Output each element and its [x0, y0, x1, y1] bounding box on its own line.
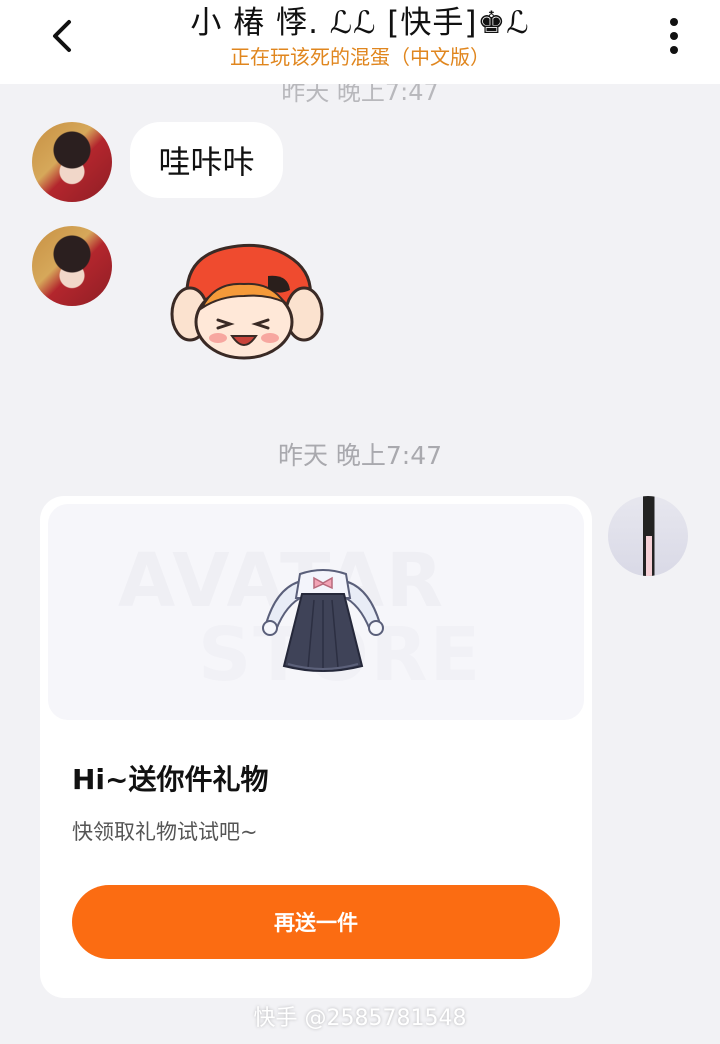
self-avatar[interactable]	[608, 496, 688, 576]
chat-title: 小 椿 悸. ℒℒ [快手]♚ℒ	[190, 5, 530, 41]
gift-banner: AVATAR STORE	[48, 504, 584, 720]
chevron-left-icon	[53, 20, 71, 52]
chat-status: 正在玩该死的混蛋（中文版）	[230, 45, 490, 69]
platform-watermark: 快手 @2585781548	[253, 1006, 467, 1031]
more-button[interactable]	[652, 14, 696, 58]
peer-avatar[interactable]	[32, 226, 112, 306]
message-bubble[interactable]: 哇咔咔	[130, 122, 283, 198]
gift-title: Hi~送你件礼物	[72, 763, 269, 796]
sticker-image	[170, 243, 324, 360]
gift-card[interactable]: AVATAR STORE Hi~送你件礼物 快领取礼物试试吧~ 再送一件	[40, 496, 592, 998]
sticker-message[interactable]	[168, 238, 324, 368]
gift-description: 快领取礼物试试吧~	[72, 820, 258, 844]
time-divider: 昨天 晚上7:47	[277, 441, 443, 470]
chat-title-area[interactable]: 小 椿 悸. ℒℒ [快手]♚ℒ 正在玩该死的混蛋（中文版）	[120, 0, 600, 84]
dress-image	[262, 569, 384, 672]
more-vertical-icon	[670, 18, 678, 54]
chat-header: 小 椿 悸. ℒℒ [快手]♚ℒ 正在玩该死的混蛋（中文版）	[0, 0, 720, 84]
back-button[interactable]	[40, 14, 84, 58]
peer-avatar[interactable]	[32, 122, 112, 202]
send-again-button[interactable]: 再送一件	[72, 885, 560, 959]
